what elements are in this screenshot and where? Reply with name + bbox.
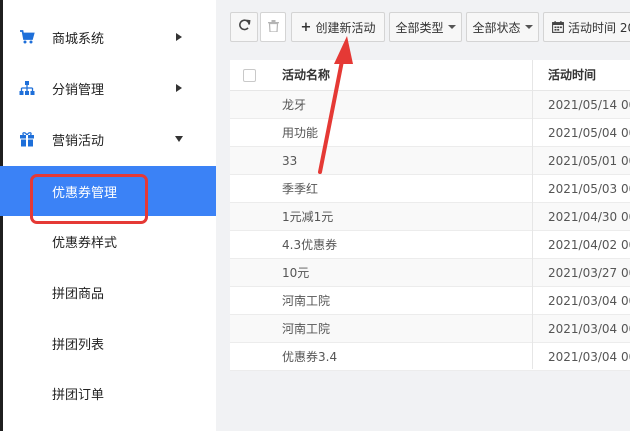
cell-activity-name: 33 xyxy=(282,154,298,168)
table-row[interactable]: 季季红 2021/05/03 00 xyxy=(230,175,630,203)
select-all-checkbox[interactable] xyxy=(243,69,256,82)
cell-activity-time: 2021/04/30 00 xyxy=(548,210,630,224)
table-row[interactable]: 10元 2021/03/27 00 xyxy=(230,259,630,287)
trash-icon xyxy=(267,19,279,35)
type-filter-label: 全部类型 xyxy=(395,20,444,35)
caret-down-icon xyxy=(174,134,184,144)
calendar-icon xyxy=(552,21,564,33)
cell-activity-time: 2021/05/03 00 xyxy=(548,182,630,196)
column-divider xyxy=(532,60,533,369)
refresh-icon xyxy=(238,19,251,35)
plus-icon: + xyxy=(300,19,312,35)
cell-activity-name: 龙牙 xyxy=(282,98,307,112)
cell-activity-time: 2021/03/27 00 xyxy=(548,266,630,280)
sub-item-label: 优惠券管理 xyxy=(52,185,118,201)
cell-activity-time: 2021/03/04 00 xyxy=(548,350,630,364)
cell-activity-name: 10元 xyxy=(282,266,310,280)
cell-activity-time: 2021/03/04 00 xyxy=(548,294,630,308)
date-filter-label: 活动时间 20 xyxy=(568,20,630,35)
column-header-time: 活动时间 xyxy=(548,68,597,82)
activity-table: 活动名称 活动时间 龙牙 2021/05/14 00 用功能 2021/05/0… xyxy=(230,60,630,371)
cell-activity-name: 用功能 xyxy=(282,126,319,140)
status-filter-dropdown[interactable]: 全部状态 xyxy=(466,12,539,42)
table-header: 活动名称 活动时间 xyxy=(230,60,630,91)
create-activity-button[interactable]: + 创建新活动 xyxy=(291,12,385,42)
table-row[interactable]: 1元减1元 2021/04/30 00 xyxy=(230,203,630,231)
sub-item-label: 优惠券样式 xyxy=(52,235,118,251)
cell-activity-time: 2021/05/04 00 xyxy=(548,126,630,140)
table-row[interactable]: 用功能 2021/05/04 00 xyxy=(230,119,630,147)
sidebar-item-coupon-management[interactable]: 优惠券管理 xyxy=(0,166,216,216)
sidebar: 商城系统 分销管理 营销活动 优惠券管理 优惠券样式 拼团商品 拼团列表 拼团订… xyxy=(0,0,216,431)
menu-marketing[interactable]: 营销活动 xyxy=(0,114,216,164)
main-content: + 创建新活动 全部类型 全部状态 活动时间 20 活动名称 活动时间 龙牙 2… xyxy=(216,0,630,431)
sidebar-item-group-orders[interactable]: 拼团订单 xyxy=(0,368,216,418)
sidebar-item-group-products[interactable]: 拼团商品 xyxy=(0,267,216,317)
menu-label: 商城系统 xyxy=(52,31,105,47)
cell-activity-name: 1元减1元 xyxy=(282,210,334,224)
cell-activity-time: 2021/05/01 00 xyxy=(548,154,630,168)
cell-activity-name: 河南工院 xyxy=(282,322,331,336)
cell-activity-name: 4.3优惠券 xyxy=(282,238,338,252)
table-row[interactable]: 龙牙 2021/05/14 00 xyxy=(230,91,630,119)
caret-down-icon xyxy=(524,25,533,29)
table-row[interactable]: 33 2021/05/01 00 xyxy=(230,147,630,175)
cell-activity-time: 2021/03/04 00 xyxy=(548,322,630,336)
caret-right-icon xyxy=(174,32,184,42)
menu-distribution[interactable]: 分销管理 xyxy=(0,63,216,113)
status-filter-label: 全部状态 xyxy=(472,20,521,35)
menu-label: 营销活动 xyxy=(52,133,105,149)
sub-item-label: 拼团列表 xyxy=(52,337,105,353)
table-row[interactable]: 河南工院 2021/03/04 00 xyxy=(230,287,630,315)
cell-activity-name: 优惠券3.4 xyxy=(282,350,338,364)
create-button-label: 创建新活动 xyxy=(315,20,376,35)
caret-right-icon xyxy=(174,83,184,93)
sidebar-item-group-list[interactable]: 拼团列表 xyxy=(0,318,216,368)
cell-activity-time: 2021/04/02 00 xyxy=(548,238,630,252)
gift-icon xyxy=(18,130,36,148)
date-filter-button[interactable]: 活动时间 20 xyxy=(543,12,630,42)
sidebar-item-coupon-style[interactable]: 优惠券样式 xyxy=(0,216,216,266)
cell-activity-time: 2021/05/14 00 xyxy=(548,98,630,112)
column-header-name: 活动名称 xyxy=(282,68,331,82)
sitemap-icon xyxy=(18,79,36,97)
delete-button[interactable] xyxy=(260,12,286,42)
menu-label: 分销管理 xyxy=(52,82,105,98)
table-row[interactable]: 4.3优惠券 2021/04/02 00 xyxy=(230,231,630,259)
sub-item-label: 拼团订单 xyxy=(52,387,105,403)
cell-activity-name: 季季红 xyxy=(282,182,319,196)
caret-down-icon xyxy=(447,25,456,29)
cell-activity-name: 河南工院 xyxy=(282,294,331,308)
table-row[interactable]: 河南工院 2021/03/04 00 xyxy=(230,315,630,343)
type-filter-dropdown[interactable]: 全部类型 xyxy=(389,12,462,42)
refresh-button[interactable] xyxy=(230,12,258,42)
sub-item-label: 拼团商品 xyxy=(52,286,105,302)
table-row[interactable]: 优惠券3.4 2021/03/04 00 xyxy=(230,343,630,371)
cart-icon xyxy=(18,28,36,46)
menu-mall-system[interactable]: 商城系统 xyxy=(0,12,216,62)
